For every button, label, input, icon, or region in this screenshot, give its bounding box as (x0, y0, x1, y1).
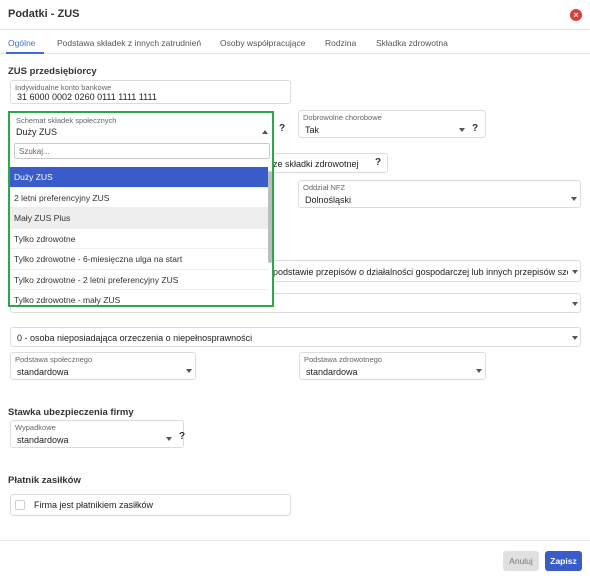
nfz-select[interactable]: Oddział NFZ Dolnośląski (298, 180, 581, 208)
dropdown-option[interactable]: Tylko zdrowotne - 2 letni preferencyjny … (10, 270, 268, 290)
dropdown-option[interactable]: Duży ZUS (10, 167, 268, 188)
health-contribution-text: ze składki zdrowotnej (273, 159, 359, 169)
chevron-down-icon (572, 302, 578, 306)
tab-skladka-zdrowotna[interactable]: Składka zdrowotna (376, 38, 448, 48)
help-icon[interactable]: ? (472, 123, 478, 134)
social-basis-value: standardowa (17, 367, 69, 377)
chevron-down-icon (166, 437, 172, 441)
accident-select[interactable]: Wypadkowe standardowa (10, 420, 184, 448)
dropdown-search-placeholder: Szukaj... (19, 147, 50, 156)
health-contribution-button[interactable]: ze składki zdrowotnej ? (262, 153, 388, 173)
section-title-zus: ZUS przedsiębiorcy (8, 66, 97, 77)
close-icon[interactable]: × (570, 9, 582, 21)
tab-ogolne[interactable]: Ogólne (8, 38, 35, 48)
save-button[interactable]: Zapisz (545, 551, 582, 571)
help-icon[interactable]: ? (179, 431, 185, 442)
voluntary-sickness-label: Dobrowolne chorobowe (303, 113, 382, 122)
payer-checkbox-row[interactable]: Firma jest płatnikiem zasiłków (10, 494, 291, 516)
tab-rodzina[interactable]: Rodzina (325, 38, 356, 48)
chevron-down-icon (572, 270, 578, 274)
help-icon[interactable]: ? (279, 123, 285, 134)
voluntary-sickness-select[interactable]: Dobrowolne chorobowe Tak (298, 110, 486, 138)
scheme-dropdown: Schemat składek społecznych Duży ZUS Szu… (8, 111, 274, 307)
health-basis-select[interactable]: Podstawa zdrowotnego standardowa (299, 352, 486, 380)
basis-value: podstawie przepisów o działalności gospo… (273, 267, 568, 277)
tab-bar: Ogólne Podstawa składek z innych zatrudn… (0, 30, 590, 54)
chevron-down-icon (186, 369, 192, 373)
social-basis-select[interactable]: Podstawa społecznego standardowa (10, 352, 196, 380)
nfz-value: Dolnośląski (305, 195, 352, 205)
modal-title: Podatki - ZUS (8, 8, 80, 20)
cancel-button[interactable]: Anuluj (503, 551, 539, 571)
modal-header: Podatki - ZUS × (0, 0, 590, 30)
nfz-label: Oddział NFZ (303, 183, 346, 192)
tab-podstawa-skladek[interactable]: Podstawa składek z innych zatrudnień (57, 38, 201, 48)
chevron-down-icon (459, 128, 465, 132)
payer-checkbox[interactable] (15, 500, 25, 510)
chevron-down-icon (571, 197, 577, 201)
tab-osoby-wspolpracujace[interactable]: Osoby współpracujące (220, 38, 306, 48)
dropdown-search-input[interactable]: Szukaj... (14, 143, 270, 159)
dropdown-option[interactable]: Mały ZUS Plus (10, 208, 268, 229)
section-title-payer: Płatnik zasiłków (8, 475, 81, 486)
scheme-value[interactable]: Duży ZUS (16, 127, 57, 137)
health-basis-value: standardowa (306, 367, 358, 377)
accident-label: Wypadkowe (15, 423, 56, 432)
dropdown-option[interactable]: Tylko zdrowotne - 6-miesięczna ulga na s… (10, 249, 268, 270)
chevron-down-icon (476, 369, 482, 373)
account-value: 31 6000 0002 0260 0111 1111 1111 (17, 92, 157, 102)
payer-checkbox-label: Firma jest płatnikiem zasiłków (34, 500, 154, 510)
social-basis-label: Podstawa społecznego (15, 355, 93, 364)
account-field[interactable]: Indywidualne konto bankowe 31 6000 0002 … (10, 80, 291, 104)
dropdown-option[interactable]: Tylko zdrowotne - mały ZUS (10, 290, 268, 307)
chevron-up-icon[interactable] (262, 130, 268, 134)
dropdown-options: Duży ZUS 2 letni preferencyjny ZUS Mały … (10, 167, 268, 307)
disability-select[interactable]: 0 - osoba nieposiadająca orzeczenia o ni… (10, 327, 581, 347)
scheme-label: Schemat składek społecznych (16, 116, 117, 125)
dropdown-scrollbar[interactable] (268, 171, 272, 263)
footer-divider (0, 540, 590, 541)
section-title-insurance: Stawka ubezpieczenia firmy (8, 407, 134, 418)
accident-value: standardowa (17, 435, 69, 445)
health-basis-label: Podstawa zdrowotnego (304, 355, 382, 364)
help-icon[interactable]: ? (375, 157, 381, 168)
chevron-down-icon (572, 336, 578, 340)
dropdown-option[interactable]: 2 letni preferencyjny ZUS (10, 188, 268, 208)
voluntary-sickness-value: Tak (305, 125, 320, 135)
account-label: Indywidualne konto bankowe (15, 83, 112, 92)
active-tab-indicator (6, 52, 44, 54)
dropdown-option[interactable]: Tylko zdrowotne (10, 229, 268, 249)
disability-value: 0 - osoba nieposiadająca orzeczenia o ni… (17, 333, 253, 343)
